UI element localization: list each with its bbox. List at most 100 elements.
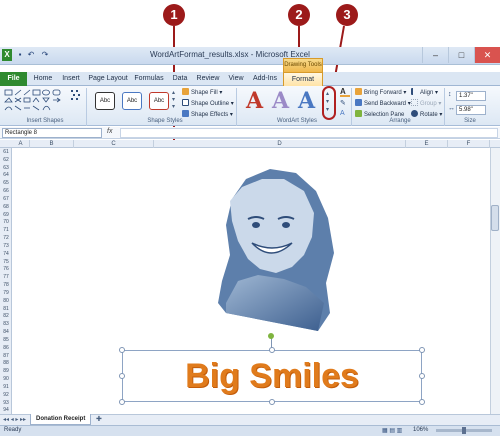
arrange-label: Arrange [389, 118, 411, 124]
row-header[interactable]: 73 [0, 243, 12, 250]
group-label: Group [420, 101, 437, 107]
tab-view[interactable]: View [225, 72, 247, 86]
ribbon-tab-row: File Home Insert Page Layout Formulas Da… [0, 72, 500, 86]
row-header[interactable]: 69 [0, 212, 12, 219]
wordart-style-3[interactable]: A [298, 88, 315, 114]
align-button[interactable]: Align ▾ [411, 88, 438, 98]
tab-formulas[interactable]: Formulas [132, 72, 166, 86]
row-header[interactable]: 62 [0, 157, 12, 164]
row-header[interactable]: 66 [0, 188, 12, 195]
save-icon[interactable]: ▪ [15, 49, 25, 61]
width-icon: ↔ [448, 105, 455, 112]
row-header[interactable]: 71 [0, 227, 12, 234]
row-header[interactable]: 76 [0, 266, 12, 273]
rotation-handle[interactable] [268, 333, 274, 339]
sheet-tab-donation-receipt[interactable]: Donation Receipt [30, 414, 92, 425]
row-header[interactable]: 85 [0, 337, 12, 344]
row-header[interactable]: 72 [0, 235, 12, 242]
tab-format[interactable]: Format [283, 72, 323, 86]
tab-data[interactable]: Data [169, 72, 191, 86]
wordart-text[interactable]: Big Smiles [122, 352, 422, 400]
maximize-button[interactable]: □ [448, 47, 474, 63]
row-header[interactable]: 70 [0, 219, 12, 226]
column-header[interactable]: F [448, 140, 490, 148]
view-mode-icons[interactable]: ▦ ▤ ▥ [382, 427, 402, 434]
row-header[interactable]: 68 [0, 204, 12, 211]
row-header[interactable]: 67 [0, 196, 12, 203]
shape-style-1[interactable]: Abc [95, 92, 115, 110]
sheet-nav-icon[interactable]: ◂◂ ◂ ▸ ▸▸ [3, 416, 26, 423]
shape-style-3[interactable]: Abc [149, 92, 169, 110]
text-fill-icon[interactable]: A [340, 88, 350, 97]
vertical-scroll-thumb[interactable] [491, 205, 499, 231]
row-header[interactable]: 91 [0, 384, 12, 391]
row-header[interactable]: 90 [0, 376, 12, 383]
bring-forward-button[interactable]: Bring Forward ▾ [355, 88, 406, 98]
drawing-tools-context-label: Drawing Tools [283, 58, 323, 72]
column-header[interactable]: D [154, 140, 406, 148]
row-header[interactable]: 64 [0, 172, 12, 179]
undo-icon[interactable]: ↶ [26, 49, 36, 61]
fx-icon[interactable]: fx [107, 128, 112, 135]
row-header[interactable]: 78 [0, 282, 12, 289]
formula-input[interactable] [120, 128, 498, 138]
insert-shapes-gallery[interactable] [3, 88, 83, 116]
group-button[interactable]: Group ▾ [411, 99, 441, 109]
row-header[interactable]: 80 [0, 298, 12, 305]
row-header[interactable]: 75 [0, 259, 12, 266]
row-header[interactable]: 93 [0, 400, 12, 407]
row-header[interactable]: 89 [0, 368, 12, 375]
callout-1: 1 [163, 4, 185, 26]
redo-icon[interactable]: ↷ [40, 49, 50, 61]
send-backward-label: Send Backward [364, 101, 407, 107]
row-header[interactable]: 77 [0, 274, 12, 281]
row-header[interactable]: 83 [0, 321, 12, 328]
tab-page-layout[interactable]: Page Layout [87, 72, 129, 86]
row-header[interactable]: 84 [0, 329, 12, 336]
vertical-scrollbar[interactable] [490, 148, 500, 414]
shape-outline-label: Shape Outline [191, 101, 230, 107]
minimize-button[interactable]: – [422, 47, 448, 63]
row-header[interactable]: 86 [0, 345, 12, 352]
wordart-style-2[interactable]: A [272, 88, 289, 114]
shape-styles-more-icon[interactable]: ▴ ▾ ▾ [172, 90, 178, 112]
row-header[interactable]: 81 [0, 306, 12, 313]
tab-review[interactable]: Review [194, 72, 222, 86]
column-header[interactable]: A [12, 140, 30, 148]
wordart-style-1[interactable]: A [246, 88, 263, 114]
tab-add-ins[interactable]: Add-Ins [250, 72, 280, 86]
row-header[interactable]: 88 [0, 360, 12, 367]
zoom-slider-thumb[interactable] [462, 427, 466, 434]
row-header[interactable]: 92 [0, 392, 12, 399]
column-header[interactable]: B [30, 140, 74, 148]
child-photo[interactable] [208, 163, 338, 333]
row-header[interactable]: 74 [0, 251, 12, 258]
text-effects-icon[interactable]: A [340, 110, 350, 119]
row-header[interactable]: 87 [0, 353, 12, 360]
row-header[interactable]: 94 [0, 407, 12, 414]
shape-outline-button[interactable]: Shape Outline ▾ [182, 99, 234, 109]
text-outline-icon[interactable]: ✎ [340, 100, 350, 109]
shape-width-field[interactable]: 5.98" [456, 105, 486, 115]
title-bar: X ▪ ↶ ↷ WordArtFormat_results.xlsx - Mic… [0, 47, 500, 65]
row-header[interactable]: 79 [0, 290, 12, 297]
tab-home[interactable]: Home [31, 72, 55, 86]
row-header[interactable]: 82 [0, 313, 12, 320]
row-header[interactable]: 63 [0, 165, 12, 172]
send-backward-button[interactable]: Send Backward ▾ [355, 99, 411, 109]
close-button[interactable]: ✕ [474, 47, 500, 63]
column-header[interactable]: C [74, 140, 154, 148]
shape-style-2[interactable]: Abc [122, 92, 142, 110]
zoom-level[interactable]: 106% [413, 426, 428, 435]
row-header[interactable]: 65 [0, 180, 12, 187]
shape-height-field[interactable]: 1.37" [456, 91, 486, 101]
tab-file[interactable]: File [0, 72, 27, 86]
name-box[interactable]: Rectangle 8 [2, 128, 102, 138]
new-sheet-icon[interactable]: ✚ [96, 415, 102, 423]
tab-insert[interactable]: Insert [58, 72, 84, 86]
shape-fill-button[interactable]: Shape Fill ▾ [182, 88, 222, 98]
bring-forward-label: Bring Forward [364, 90, 402, 96]
ribbon-separator [236, 88, 237, 126]
column-header[interactable]: E [406, 140, 448, 148]
row-header[interactable]: 61 [0, 149, 12, 156]
